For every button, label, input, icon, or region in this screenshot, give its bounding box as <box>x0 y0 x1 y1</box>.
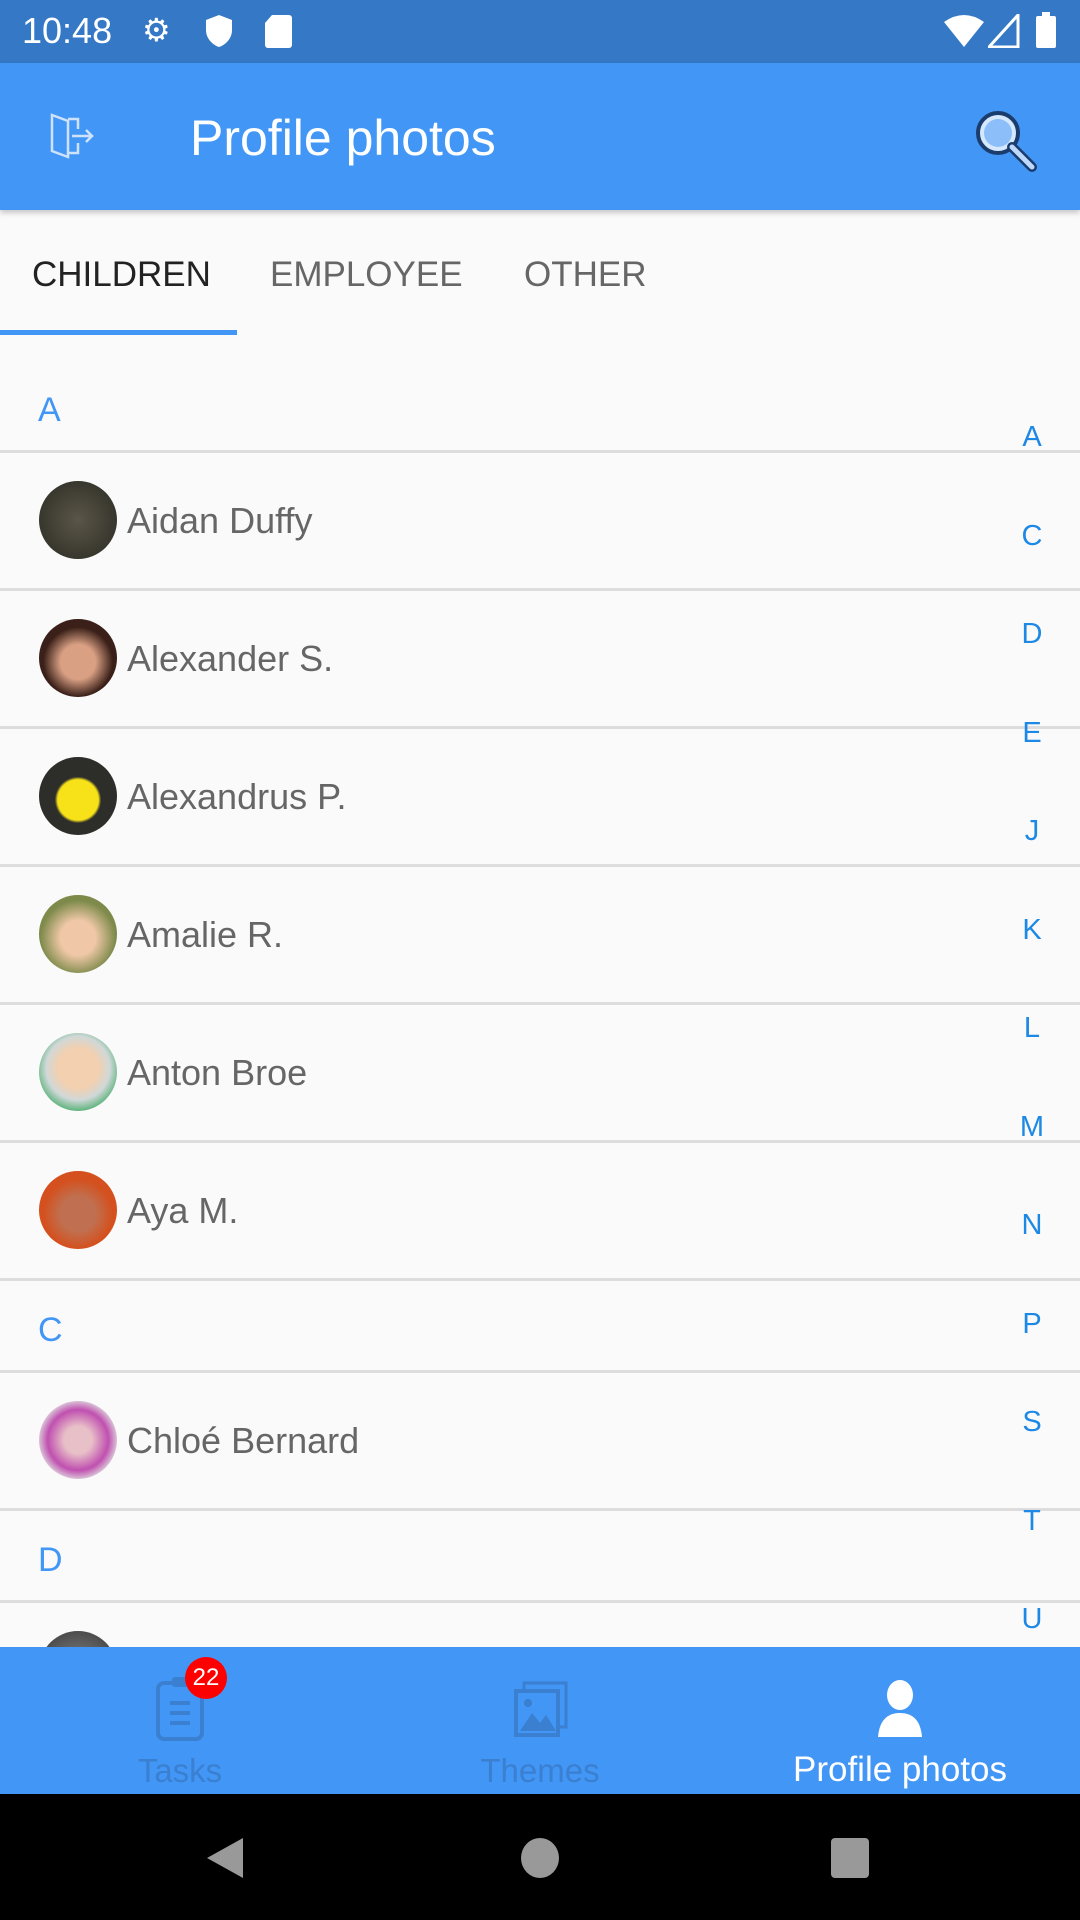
contact-name: Alexander S. <box>127 638 334 679</box>
list-item[interactable]: Aya M. <box>0 1143 1080 1281</box>
index-letter[interactable]: E <box>1012 696 1052 795</box>
home-icon[interactable] <box>520 1836 560 1880</box>
section-letter: C <box>38 1311 63 1349</box>
section-letter: D <box>38 1541 63 1579</box>
signal-icon <box>988 14 1020 48</box>
contact-name: Amalie R. <box>127 914 284 955</box>
avatar <box>39 481 117 559</box>
back-icon[interactable] <box>205 1836 245 1880</box>
avatar <box>39 1631 117 1647</box>
nav-label: Profile photos <box>792 1750 1008 1789</box>
list-item[interactable]: Aidan Duffy <box>0 453 1080 591</box>
app-bar: Profile photos <box>0 63 1080 210</box>
avatar <box>39 1033 117 1111</box>
list-item[interactable]: Alexandrus P. <box>0 729 1080 867</box>
list-item[interactable]: Anton Broe <box>0 1005 1080 1143</box>
shield-icon <box>206 15 232 47</box>
avatar <box>39 619 117 697</box>
tab-bar: CHILDREN EMPLOYEE OTHER <box>0 210 1080 335</box>
avatar <box>39 757 117 835</box>
index-letter[interactable]: J <box>1012 794 1052 893</box>
contact-name: Anton Broe <box>127 1052 308 1093</box>
section-header-d: D <box>0 1511 1080 1603</box>
nav-themes[interactable]: Themes <box>360 1647 720 1794</box>
index-letter[interactable]: S <box>1012 1385 1052 1484</box>
recents-icon[interactable] <box>830 1836 870 1880</box>
tab-employee[interactable]: EMPLOYEE <box>270 255 463 295</box>
index-letter[interactable]: A <box>1012 400 1052 499</box>
avatar <box>39 1401 117 1479</box>
bottom-navigation: 22 Tasks Themes Profile photos <box>0 1647 1080 1794</box>
nav-label: Tasks <box>137 1752 223 1789</box>
page-title: Profile photos <box>190 110 496 166</box>
exit-door-icon[interactable] <box>48 111 98 161</box>
tab-other[interactable]: OTHER <box>524 255 647 295</box>
person-icon <box>878 1680 922 1737</box>
list-item[interactable]: Chloé Bernard <box>0 1373 1080 1511</box>
contact-name: Chloé Bernard <box>127 1420 360 1461</box>
contact-name: Aidan Duffy <box>127 500 313 541</box>
index-letter[interactable]: L <box>1012 991 1052 1090</box>
list-item[interactable] <box>0 1603 1080 1647</box>
images-icon <box>514 1681 568 1737</box>
status-bar: 10:48 ⚙ <box>0 0 1080 63</box>
avatar <box>39 1171 117 1249</box>
gear-icon: ⚙ <box>142 12 171 48</box>
index-letter[interactable]: K <box>1012 893 1052 992</box>
list-item[interactable]: Amalie R. <box>0 867 1080 1005</box>
index-letter[interactable]: N <box>1012 1188 1052 1287</box>
list-item[interactable]: Alexander S. <box>0 591 1080 729</box>
status-time: 10:48 <box>22 10 113 51</box>
index-letter[interactable]: D <box>1012 597 1052 696</box>
section-letter: A <box>38 391 61 429</box>
index-letter[interactable]: U <box>1012 1582 1052 1681</box>
search-icon[interactable] <box>970 105 1040 175</box>
section-header-a: A <box>0 335 1080 453</box>
index-letter[interactable]: T <box>1012 1484 1052 1583</box>
tasks-badge: 22 <box>185 1657 227 1699</box>
contact-list[interactable]: A Aidan Duffy Alexander S. Alexandrus P.… <box>0 335 1080 1647</box>
nav-tasks[interactable]: 22 Tasks <box>0 1647 360 1794</box>
index-letter[interactable]: M <box>1012 1090 1052 1189</box>
index-letter[interactable]: C <box>1012 499 1052 598</box>
tab-children[interactable]: CHILDREN <box>32 255 211 295</box>
system-navigation-bar <box>0 1794 1080 1920</box>
index-letter[interactable]: P <box>1012 1287 1052 1386</box>
avatar <box>39 895 117 973</box>
alphabet-index[interactable]: A C D E J K L M N P S T U <box>1012 400 1052 1681</box>
contact-name: Alexandrus P. <box>127 776 347 817</box>
sd-card-icon <box>265 15 292 48</box>
section-header-c: C <box>0 1281 1080 1373</box>
wifi-icon <box>944 15 984 47</box>
contact-name: Aya M. <box>127 1190 239 1231</box>
battery-icon <box>1036 12 1056 48</box>
nav-label: Themes <box>480 1752 600 1789</box>
